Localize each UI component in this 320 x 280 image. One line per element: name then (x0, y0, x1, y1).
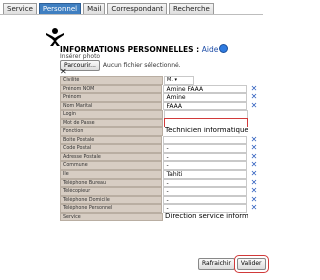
photo-label: Insérer photo (60, 53, 101, 60)
prenom-field[interactable]: Amine (163, 93, 248, 102)
service-value: Direction service information (164, 212, 248, 222)
field-label: Prénom NOM (60, 84, 163, 94)
field-label: Boite Postale (60, 135, 163, 145)
commune-field[interactable]: - (163, 161, 248, 171)
field-label: Code Postal (60, 144, 163, 153)
row-nom-marital: Nom Marital FAAA ✕ (60, 101, 260, 111)
nom-marital-field[interactable]: FAAA (163, 101, 248, 111)
password-field[interactable] (164, 117, 248, 128)
photo-upload: Parcourir... Aucun fichier sélectionné. (60, 60, 181, 71)
field-label: Nom Marital (60, 101, 163, 111)
help-icon[interactable] (219, 44, 229, 53)
field-label: Login (60, 110, 163, 119)
clear-icon[interactable]: ✕ (248, 204, 260, 213)
field-label: Civilité (60, 76, 163, 85)
field-label: Ile (60, 170, 163, 179)
field-label: Prénom (60, 93, 163, 102)
help-link[interactable]: Aide (202, 45, 219, 54)
no-file-text: Aucun fichier sélectionné. (102, 62, 181, 69)
row-prenom-nom: Prénom NOM Amine FAAA ✕ (60, 84, 260, 94)
row-telecopieur: Télécopieur - ✕ (60, 187, 260, 196)
field-label: Mot de Passe (60, 118, 163, 128)
boite-postale-field[interactable] (163, 135, 248, 145)
field-label: Téléphone Bureau (60, 178, 163, 188)
telecopieur-field[interactable]: - (163, 187, 248, 196)
field-label: Fonction (60, 127, 163, 136)
telephone-personnel-field[interactable]: - (163, 204, 248, 213)
tab-bar: Service Personnel Mail Correspondant Rec… (3, 1, 216, 15)
remove-photo-icon[interactable]: ✕ (60, 68, 67, 76)
refresh-button[interactable]: Rafraichir (198, 258, 235, 270)
row-telephone-personnel: Téléphone Personnel - ✕ (60, 204, 260, 213)
row-telephone-domicile: Téléphone Domicile - ✕ (60, 195, 260, 205)
fonction-value: Technicien informatique (164, 127, 248, 136)
field-label: Télécopieur (60, 187, 163, 196)
civilite-value: M. (167, 77, 173, 83)
field-label: Service (60, 212, 163, 222)
code-postal-field[interactable]: - (163, 144, 248, 153)
row-service: Service Direction service information (60, 212, 260, 222)
clear-icon[interactable]: ✕ (248, 101, 260, 111)
row-prenom: Prénom Amine ✕ (60, 93, 260, 102)
row-mot-de-passe: Mot de Passe (60, 117, 260, 128)
row-adresse-postale: Adresse Postale - ✕ (60, 153, 260, 162)
tab-divider (0, 14, 263, 15)
form-actions: Rafraichir Valider (196, 255, 269, 273)
telephone-domicile-field[interactable]: - (163, 195, 248, 205)
row-boite-postale: Boite Postale ✕ (60, 136, 260, 145)
adresse-postale-field[interactable]: - (163, 152, 248, 162)
row-telephone-bureau: Téléphone Bureau - ✕ (60, 178, 260, 188)
field-label: Adresse Postale (60, 152, 163, 162)
field-label: Téléphone Domicile (60, 195, 163, 205)
row-ile: Ile Tahiti ✕ (60, 170, 260, 179)
prenom-nom-field[interactable]: Amine FAAA (163, 84, 248, 94)
row-fonction: Fonction Technicien informatique (60, 127, 260, 136)
field-label: Commune (60, 161, 163, 171)
civilite-select[interactable]: M. ▾ (164, 76, 194, 85)
telephone-bureau-field[interactable]: - (163, 178, 248, 188)
validate-button[interactable]: Valider (233, 255, 269, 273)
row-code-postal: Code Postal - ✕ (60, 144, 260, 153)
ile-field[interactable]: Tahiti (163, 170, 248, 179)
personal-info-form: Civilité M. ▾ Prénom NOM Amine FAAA ✕ Pr… (60, 76, 260, 222)
row-commune: Commune - ✕ (60, 161, 260, 171)
row-civilite: Civilité M. ▾ (60, 76, 260, 85)
field-label: Téléphone Personnel (60, 204, 163, 213)
